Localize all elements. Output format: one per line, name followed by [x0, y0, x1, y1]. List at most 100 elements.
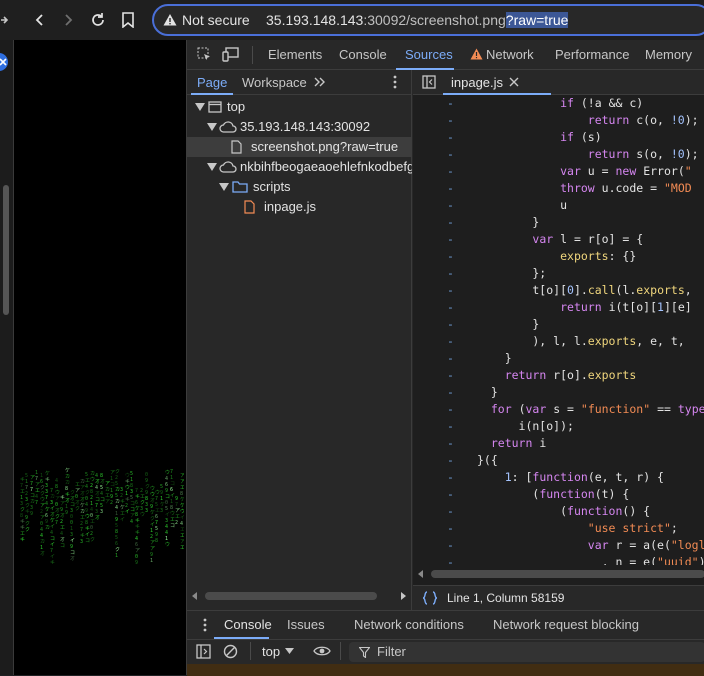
back-button[interactable]	[28, 8, 52, 32]
editor-tab-bar: inpage.js	[413, 70, 704, 95]
nav-tab-page[interactable]: Page	[197, 75, 227, 90]
code-line: - return i(t[o][1][e]	[447, 300, 692, 314]
matrix-glyph: 7	[35, 500, 38, 506]
matrix-glyph: オ	[70, 556, 75, 562]
forward-button[interactable]	[56, 8, 80, 32]
code-line: - };	[447, 266, 547, 280]
code-line: - u	[447, 198, 568, 212]
cursor-position: Line 1, Column 58159	[447, 591, 565, 605]
matrix-image: キ7エ13ク8キキエキ51723クキ9ククア77コカ3917アエ4716ククウア…	[18, 467, 184, 564]
bookmark-button[interactable]	[116, 8, 140, 32]
context-label: top	[262, 644, 281, 659]
code-line: - , n = e("uuid")	[447, 555, 704, 565]
editor-scrollbar[interactable]	[431, 570, 704, 578]
drawer-tab-issues[interactable]: Issues	[287, 617, 325, 632]
tree-label: 35.193.148.143:30092	[240, 119, 371, 134]
browser-toolbar: Not secure 35.193.148.143:30092/screensh…	[0, 0, 704, 40]
code-editor: inpage.js - if (!a && c) - return c(o, !…	[413, 70, 704, 610]
code-line: - var u = new Error("	[447, 164, 692, 178]
address-bar[interactable]: Not secure 35.193.148.143:30092/screensh…	[152, 4, 704, 36]
matrix-glyph: ウ	[180, 508, 184, 515]
devtools-tab-bar: Elements Console Sources Network Perform…	[187, 40, 704, 70]
close-panel-icon[interactable]	[0, 53, 8, 71]
security-label[interactable]: Not secure	[182, 12, 250, 28]
more-tabs-icon[interactable]	[313, 75, 327, 89]
filter-icon	[359, 647, 370, 658]
matrix-glyph: キ	[20, 537, 25, 543]
editor-file-tab[interactable]: inpage.js	[443, 70, 551, 95]
more-options-icon[interactable]	[392, 75, 398, 89]
code-line: - exports: {}	[447, 249, 637, 263]
matrix-glyph: オ	[95, 515, 100, 521]
url-port-path: :30092/screenshot.png	[363, 12, 506, 28]
navigator-tab-bar: Page Workspace	[187, 70, 412, 95]
console-filter-input[interactable]: Filter	[349, 642, 704, 662]
code-line: - }	[447, 215, 540, 229]
code-line: -}({	[447, 453, 498, 467]
tree-item-extension[interactable]: nkbihfbeogaeaoehlefnkodbefgpgknn	[207, 157, 412, 177]
code-line: - (function(t) {	[447, 487, 630, 501]
matrix-glyph: 9	[30, 511, 33, 517]
cloud-icon	[219, 161, 237, 173]
clear-console-icon[interactable]	[223, 644, 238, 659]
context-selector[interactable]: top	[262, 643, 294, 661]
console-sidebar-icon[interactable]	[196, 644, 211, 659]
tree-label: nkbihfbeogaeaoehlefnkodbefgpgknn	[240, 159, 412, 174]
nav-tab-workspace[interactable]: Workspace	[242, 75, 307, 90]
pretty-print-icon[interactable]	[422, 591, 438, 605]
matrix-glyph: ウ	[165, 541, 170, 548]
toolbar-divider	[250, 642, 251, 660]
matrix-glyph: コ	[60, 543, 65, 549]
scroll-left-icon[interactable]	[191, 592, 199, 600]
editor-status-bar: Line 1, Column 58159	[413, 585, 704, 610]
matrix-glyph: ケ	[65, 467, 70, 474]
code-line: - return c(o, !0);	[447, 113, 699, 127]
tree-label: scripts	[253, 179, 291, 194]
matrix-glyph: 9	[65, 510, 68, 516]
filter-placeholder: Filter	[377, 644, 406, 659]
navigator-scrollbar[interactable]	[205, 592, 377, 600]
toggle-navigator-icon[interactable]	[422, 75, 436, 89]
tab-sources[interactable]: Sources	[405, 47, 453, 62]
matrix-glyph: 8	[155, 538, 158, 544]
reload-button[interactable]	[86, 8, 110, 32]
scroll-right-icon[interactable]	[399, 592, 407, 600]
live-expression-icon[interactable]	[313, 644, 331, 658]
tab-console[interactable]: Console	[339, 47, 387, 62]
drawer-menu-icon[interactable]	[202, 618, 208, 632]
code-line: - }	[447, 385, 498, 399]
tab-performance[interactable]: Performance	[555, 47, 629, 62]
matrix-glyph: ケ	[180, 496, 184, 503]
matrix-glyph: 2	[175, 520, 178, 526]
tree-label: inpage.js	[264, 199, 317, 214]
inspect-element-icon[interactable]	[197, 47, 212, 62]
editor-scroll-left-icon[interactable]	[417, 570, 425, 578]
console-drawer: Console Issues Network conditions Networ…	[187, 610, 704, 676]
tree-label: top	[227, 99, 246, 114]
cloud-icon	[219, 121, 237, 133]
extensions-icon[interactable]	[0, 8, 18, 32]
device-toolbar-icon[interactable]	[222, 47, 239, 62]
tab-memory[interactable]: Memory	[645, 47, 692, 62]
matrix-glyph: 1	[115, 553, 118, 559]
drawer-tab-request-blocking[interactable]: Network request blocking	[493, 617, 639, 632]
tab-elements[interactable]: Elements	[268, 47, 322, 62]
tab-network[interactable]: Network	[486, 47, 534, 62]
code-line: - var r = a(e("loglev	[447, 538, 704, 552]
drawer-tab-network-conditions[interactable]: Network conditions	[354, 617, 464, 632]
matrix-glyph: ク	[90, 537, 95, 543]
code-line: - ), l, l.exports, e, t,	[447, 334, 685, 348]
code-content[interactable]: - if (!a && c) - return c(o, !0); - if (…	[413, 95, 704, 565]
folder-icon	[232, 181, 248, 193]
console-warning-row	[187, 664, 704, 676]
close-tab-icon[interactable]	[509, 77, 519, 87]
url-host: 35.193.148.143	[266, 12, 364, 28]
tab-divider	[252, 46, 253, 64]
drawer-tab-console[interactable]: Console	[224, 617, 272, 632]
url-text[interactable]: 35.193.148.143:30092/screenshot.png?raw=…	[266, 12, 569, 28]
page-scrollbar[interactable]	[3, 185, 9, 315]
page-viewport	[0, 40, 186, 675]
warning-icon[interactable]	[163, 13, 177, 27]
devtools-panel: Elements Console Sources Network Perform…	[186, 40, 704, 676]
code-line: - return s(o, !0);	[447, 147, 699, 161]
